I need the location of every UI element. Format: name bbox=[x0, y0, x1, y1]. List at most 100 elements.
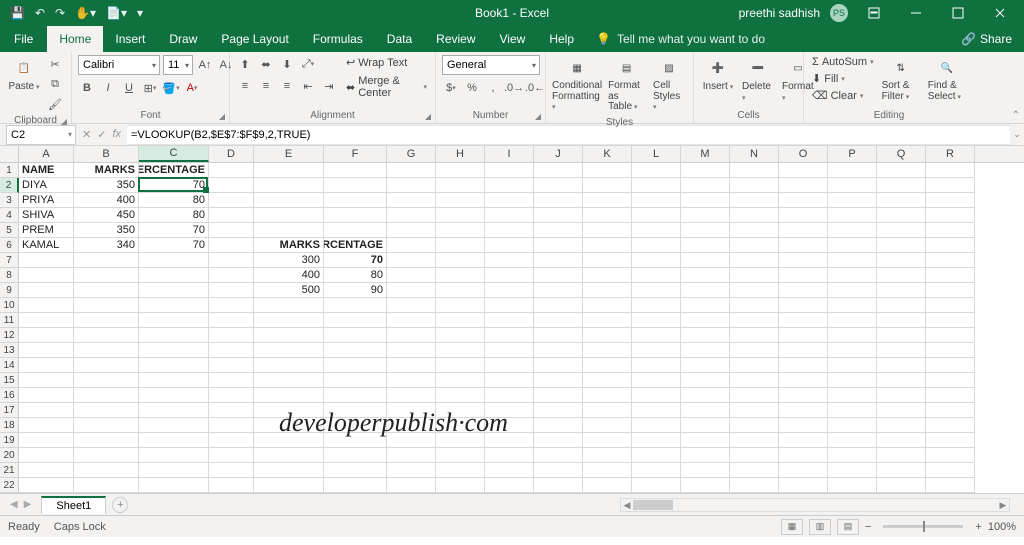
cell-N4[interactable] bbox=[730, 208, 779, 223]
cell-J9[interactable] bbox=[534, 283, 583, 298]
cell-M12[interactable] bbox=[681, 328, 730, 343]
row-header-13[interactable]: 13 bbox=[0, 343, 19, 358]
worksheet-grid[interactable]: ABCDEFGHIJKLMNOPQR 123456789101112131415… bbox=[0, 146, 1024, 493]
scroll-thumb[interactable] bbox=[633, 500, 673, 510]
bold-button[interactable]: B bbox=[78, 79, 96, 97]
col-header-I[interactable]: I bbox=[485, 146, 534, 162]
cell-N16[interactable] bbox=[730, 388, 779, 403]
cell-L22[interactable] bbox=[632, 478, 681, 493]
cell-E5[interactable] bbox=[254, 223, 324, 238]
cell-H7[interactable] bbox=[436, 253, 485, 268]
cell-B6[interactable]: 340 bbox=[74, 238, 139, 253]
cell-A16[interactable] bbox=[19, 388, 74, 403]
undo-icon[interactable]: ↶ bbox=[35, 6, 45, 20]
cell-C21[interactable] bbox=[139, 463, 209, 478]
row-header-14[interactable]: 14 bbox=[0, 358, 19, 373]
cell-R21[interactable] bbox=[926, 463, 975, 478]
cell-A21[interactable] bbox=[19, 463, 74, 478]
scroll-left-icon[interactable]: ◀ bbox=[621, 499, 633, 511]
row-header-2[interactable]: 2 bbox=[0, 178, 19, 193]
cell-B18[interactable] bbox=[74, 418, 139, 433]
cell-F19[interactable] bbox=[324, 433, 387, 448]
cell-I8[interactable] bbox=[485, 268, 534, 283]
cell-O2[interactable] bbox=[779, 178, 828, 193]
cell-L4[interactable] bbox=[632, 208, 681, 223]
cell-L10[interactable] bbox=[632, 298, 681, 313]
cell-Q20[interactable] bbox=[877, 448, 926, 463]
cell-P9[interactable] bbox=[828, 283, 877, 298]
row-header-20[interactable]: 20 bbox=[0, 448, 19, 463]
cell-P12[interactable] bbox=[828, 328, 877, 343]
col-header-P[interactable]: P bbox=[828, 146, 877, 162]
cell-Q1[interactable] bbox=[877, 163, 926, 178]
cell-P2[interactable] bbox=[828, 178, 877, 193]
cell-K21[interactable] bbox=[583, 463, 632, 478]
cell-G15[interactable] bbox=[387, 373, 436, 388]
cell-R19[interactable] bbox=[926, 433, 975, 448]
cell-G2[interactable] bbox=[387, 178, 436, 193]
accounting-icon[interactable]: $ bbox=[442, 79, 460, 97]
cell-F18[interactable] bbox=[324, 418, 387, 433]
cell-H12[interactable] bbox=[436, 328, 485, 343]
new-sheet-button[interactable]: + bbox=[112, 497, 128, 513]
cell-C4[interactable]: 80 bbox=[139, 208, 209, 223]
cell-F11[interactable] bbox=[324, 313, 387, 328]
cell-L8[interactable] bbox=[632, 268, 681, 283]
cell-N15[interactable] bbox=[730, 373, 779, 388]
underline-button[interactable]: U bbox=[120, 79, 138, 97]
cell-H14[interactable] bbox=[436, 358, 485, 373]
cell-Q6[interactable] bbox=[877, 238, 926, 253]
cell-Q13[interactable] bbox=[877, 343, 926, 358]
row-header-1[interactable]: 1 bbox=[0, 163, 19, 178]
cell-R22[interactable] bbox=[926, 478, 975, 493]
cell-R11[interactable] bbox=[926, 313, 975, 328]
cell-K4[interactable] bbox=[583, 208, 632, 223]
cell-O11[interactable] bbox=[779, 313, 828, 328]
cell-L3[interactable] bbox=[632, 193, 681, 208]
cell-L6[interactable] bbox=[632, 238, 681, 253]
tab-page-layout[interactable]: Page Layout bbox=[209, 26, 300, 52]
cell-N19[interactable] bbox=[730, 433, 779, 448]
cell-K6[interactable] bbox=[583, 238, 632, 253]
cell-F4[interactable] bbox=[324, 208, 387, 223]
cell-R20[interactable] bbox=[926, 448, 975, 463]
col-header-H[interactable]: H bbox=[436, 146, 485, 162]
find-select-button[interactable]: 🔍Find & Select bbox=[926, 55, 968, 104]
horizontal-scrollbar[interactable]: ◀ ▶ bbox=[620, 498, 1010, 512]
cell-I16[interactable] bbox=[485, 388, 534, 403]
cell-D3[interactable] bbox=[209, 193, 254, 208]
cell-K16[interactable] bbox=[583, 388, 632, 403]
cell-I7[interactable] bbox=[485, 253, 534, 268]
cell-P21[interactable] bbox=[828, 463, 877, 478]
dialog-launcher-icon[interactable]: ◢ bbox=[219, 112, 225, 121]
cell-Q21[interactable] bbox=[877, 463, 926, 478]
dialog-launcher-icon[interactable]: ◢ bbox=[535, 112, 541, 121]
cell-G13[interactable] bbox=[387, 343, 436, 358]
cell-J15[interactable] bbox=[534, 373, 583, 388]
maximize-icon[interactable] bbox=[942, 0, 974, 26]
wrap-text-button[interactable]: ↩Wrap Text bbox=[344, 55, 429, 70]
cell-F8[interactable]: 80 bbox=[324, 268, 387, 283]
cell-M13[interactable] bbox=[681, 343, 730, 358]
cell-G9[interactable] bbox=[387, 283, 436, 298]
cell-D4[interactable] bbox=[209, 208, 254, 223]
cell-C3[interactable]: 80 bbox=[139, 193, 209, 208]
cell-M18[interactable] bbox=[681, 418, 730, 433]
cell-J17[interactable] bbox=[534, 403, 583, 418]
cell-E12[interactable] bbox=[254, 328, 324, 343]
cell-P10[interactable] bbox=[828, 298, 877, 313]
cell-B17[interactable] bbox=[74, 403, 139, 418]
cell-M2[interactable] bbox=[681, 178, 730, 193]
cell-P13[interactable] bbox=[828, 343, 877, 358]
cell-H2[interactable] bbox=[436, 178, 485, 193]
cell-A3[interactable]: PRIYA bbox=[19, 193, 74, 208]
col-header-C[interactable]: C bbox=[139, 146, 209, 162]
cell-Q10[interactable] bbox=[877, 298, 926, 313]
row-header-21[interactable]: 21 bbox=[0, 463, 19, 478]
zoom-in-icon[interactable]: + bbox=[975, 521, 981, 533]
cell-R9[interactable] bbox=[926, 283, 975, 298]
cell-R8[interactable] bbox=[926, 268, 975, 283]
tab-help[interactable]: Help bbox=[537, 26, 586, 52]
cell-E20[interactable] bbox=[254, 448, 324, 463]
cell-K11[interactable] bbox=[583, 313, 632, 328]
